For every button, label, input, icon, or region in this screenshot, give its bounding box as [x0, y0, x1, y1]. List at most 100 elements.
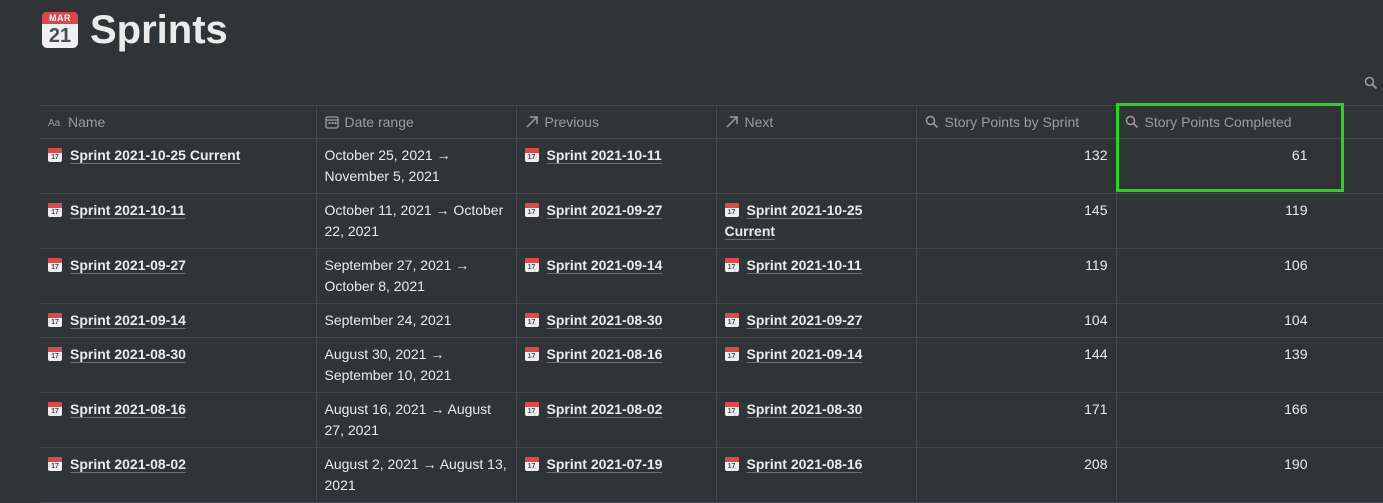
- cell-story-points-completed-value: 119: [1285, 202, 1308, 218]
- table-row[interactable]: Sprint 2021-10-25 Current October 25, 202…: [40, 138, 1383, 194]
- calendar-icon: [724, 402, 739, 416]
- cell-previous: Sprint 2021-09-14: [515, 248, 717, 304]
- page-header: MAR 21 Sprints: [42, 8, 228, 52]
- column-header-next[interactable]: Next: [715, 105, 917, 139]
- text-property-icon: Aa: [48, 118, 61, 129]
- cell-date-range[interactable]: August 30, 2021 → September 10, 2021: [315, 337, 517, 393]
- cell-story-points-completed[interactable]: 166: [1115, 392, 1383, 448]
- page-link[interactable]: Sprint 2021-10-11: [724, 257, 862, 274]
- page-link[interactable]: Sprint 2021-10-11: [524, 147, 662, 164]
- cell-date-range[interactable]: August 16, 2021 → August 27, 2021: [315, 392, 517, 448]
- page-link-label: Sprint 2021-09-14: [746, 346, 863, 363]
- cell-story-points[interactable]: 208: [915, 447, 1117, 503]
- page-link[interactable]: Sprint 2021-10-25 Current: [48, 147, 241, 164]
- cell-story-points[interactable]: 171: [915, 392, 1117, 448]
- page-link[interactable]: Sprint 2021-10-25 Current: [724, 202, 863, 240]
- page-link[interactable]: Sprint 2021-08-30: [724, 401, 863, 418]
- calendar-icon[interactable]: MAR 21: [42, 12, 78, 48]
- cell-name: Sprint 2021-10-11: [40, 193, 317, 249]
- page-link[interactable]: Sprint 2021-10-11: [48, 202, 186, 219]
- page-link-label: Sprint 2021-08-16: [546, 346, 663, 363]
- cell-name: Sprint 2021-09-14: [40, 303, 317, 338]
- cell-date-range[interactable]: October 11, 2021 → October 22, 2021: [315, 193, 517, 249]
- page-link[interactable]: Sprint 2021-08-16: [48, 401, 186, 418]
- cell-date-range-value: September 27, 2021 → October 8, 2021: [324, 257, 470, 294]
- page-link[interactable]: Sprint 2021-08-16: [524, 346, 663, 363]
- page-link[interactable]: Sprint 2021-08-16: [724, 456, 863, 473]
- page-link[interactable]: Sprint 2021-09-27: [524, 202, 663, 219]
- cell-story-points[interactable]: 104: [915, 303, 1117, 338]
- cell-story-points-completed-value: 166: [1284, 401, 1308, 417]
- table-row[interactable]: Sprint 2021-09-14 September 24, 2021 Sprin…: [40, 303, 1383, 338]
- page-link-label: Sprint 2021-08-30: [546, 312, 663, 329]
- cell-previous: Sprint 2021-10-11: [515, 138, 717, 194]
- calendar-icon: [524, 258, 539, 272]
- cell-story-points-completed[interactable]: 190: [1115, 447, 1383, 503]
- cell-story-points-value: 145: [1084, 202, 1108, 218]
- cell-story-points-value: 104: [1084, 312, 1108, 328]
- cell-name: Sprint 2021-09-27: [40, 248, 317, 304]
- page-link[interactable]: Sprint 2021-09-27: [48, 257, 186, 274]
- search-icon[interactable]: [1364, 76, 1378, 90]
- cell-story-points[interactable]: 144: [915, 337, 1117, 393]
- page-link[interactable]: Sprint 2021-08-02: [524, 401, 663, 418]
- cell-story-points[interactable]: 132: [915, 138, 1117, 194]
- table-row[interactable]: Sprint 2021-09-27 September 27, 2021 → Oc…: [40, 248, 1383, 304]
- cell-story-points-completed[interactable]: 104: [1115, 303, 1383, 338]
- table-row[interactable]: Sprint 2021-10-11 October 11, 2021 → Octo…: [40, 193, 1383, 249]
- page-link[interactable]: Sprint 2021-08-30: [524, 312, 663, 329]
- page-link[interactable]: Sprint 2021-09-14: [48, 312, 186, 329]
- table-row[interactable]: Sprint 2021-08-30 August 30, 2021 → Septe…: [40, 337, 1383, 393]
- column-header-date-range[interactable]: Date range: [315, 105, 517, 139]
- page-link-label: Sprint 2021-09-27: [746, 312, 863, 329]
- cell-date-range[interactable]: September 27, 2021 → October 8, 2021: [315, 248, 517, 304]
- cell-date-range[interactable]: September 24, 2021: [315, 303, 517, 338]
- cell-date-range[interactable]: August 2, 2021 → August 13, 2021: [315, 447, 517, 503]
- page-link[interactable]: Sprint 2021-09-27: [724, 312, 863, 329]
- page-link-label: Sprint 2021-08-30: [746, 401, 863, 418]
- page-link-label: Sprint 2021-09-14: [546, 257, 663, 274]
- page-link[interactable]: Sprint 2021-09-14: [724, 346, 863, 363]
- cell-story-points-completed[interactable]: 119: [1115, 193, 1383, 249]
- page-link[interactable]: Sprint 2021-09-14: [524, 257, 663, 274]
- cell-story-points-completed[interactable]: 61: [1115, 138, 1383, 194]
- page-link-label: Sprint 2021-08-30: [70, 346, 186, 363]
- table-row[interactable]: Sprint 2021-08-02 August 2, 2021 → August…: [40, 447, 1383, 503]
- sprints-table: Aa Name Date range Previous Next Story P…: [40, 105, 1383, 503]
- column-header-name[interactable]: Aa Name: [40, 105, 317, 139]
- page-link-label: Sprint 2021-08-16: [746, 456, 863, 473]
- column-header-story-points-by-sprint[interactable]: Story Points by Sprint: [915, 105, 1117, 139]
- calendar-icon: [524, 347, 539, 361]
- page-link[interactable]: Sprint 2021-07-19: [524, 456, 663, 473]
- page-link-label: Sprint 2021-07-19: [546, 456, 663, 473]
- calendar-icon: [48, 402, 62, 416]
- page-link[interactable]: Sprint 2021-08-30: [48, 346, 186, 363]
- cell-date-range-value: September 24, 2021: [324, 312, 452, 328]
- column-label: Next: [744, 114, 774, 130]
- cell-next: Sprint 2021-08-30: [715, 392, 917, 448]
- calendar-icon: [48, 347, 62, 361]
- cell-previous: Sprint 2021-09-27: [515, 193, 717, 249]
- cell-story-points[interactable]: 145: [915, 193, 1117, 249]
- cell-story-points[interactable]: 119: [915, 248, 1117, 304]
- cell-previous: Sprint 2021-08-02: [515, 392, 717, 448]
- cell-story-points-completed[interactable]: 139: [1115, 337, 1383, 393]
- column-header-previous[interactable]: Previous: [515, 105, 717, 139]
- cell-next: Sprint 2021-10-25 Current: [715, 193, 917, 249]
- cell-date-range[interactable]: October 25, 2021 → November 5, 2021: [315, 138, 517, 194]
- cell-date-range-value: August 2, 2021 → August 13, 2021: [324, 456, 507, 493]
- cell-story-points-completed[interactable]: 106: [1115, 248, 1383, 304]
- calendar-icon: [48, 258, 62, 272]
- page-link-label: Sprint 2021-10-25 Current: [724, 202, 863, 240]
- calendar-icon: [724, 313, 739, 327]
- cell-story-points-value: 119: [1085, 257, 1108, 273]
- calendar-property-icon: [324, 116, 339, 129]
- calendar-icon: [524, 203, 539, 217]
- relation-arrow-icon: [525, 116, 538, 128]
- page-link[interactable]: Sprint 2021-08-02: [48, 456, 186, 473]
- column-header-story-points-completed[interactable]: Story Points Completed: [1115, 105, 1383, 139]
- page-link-label: Sprint 2021-10-11: [70, 202, 186, 219]
- cell-name: Sprint 2021-08-16: [40, 392, 317, 448]
- table-row[interactable]: Sprint 2021-08-16 August 16, 2021 → Augus…: [40, 392, 1383, 448]
- page-title: Sprints: [90, 8, 228, 52]
